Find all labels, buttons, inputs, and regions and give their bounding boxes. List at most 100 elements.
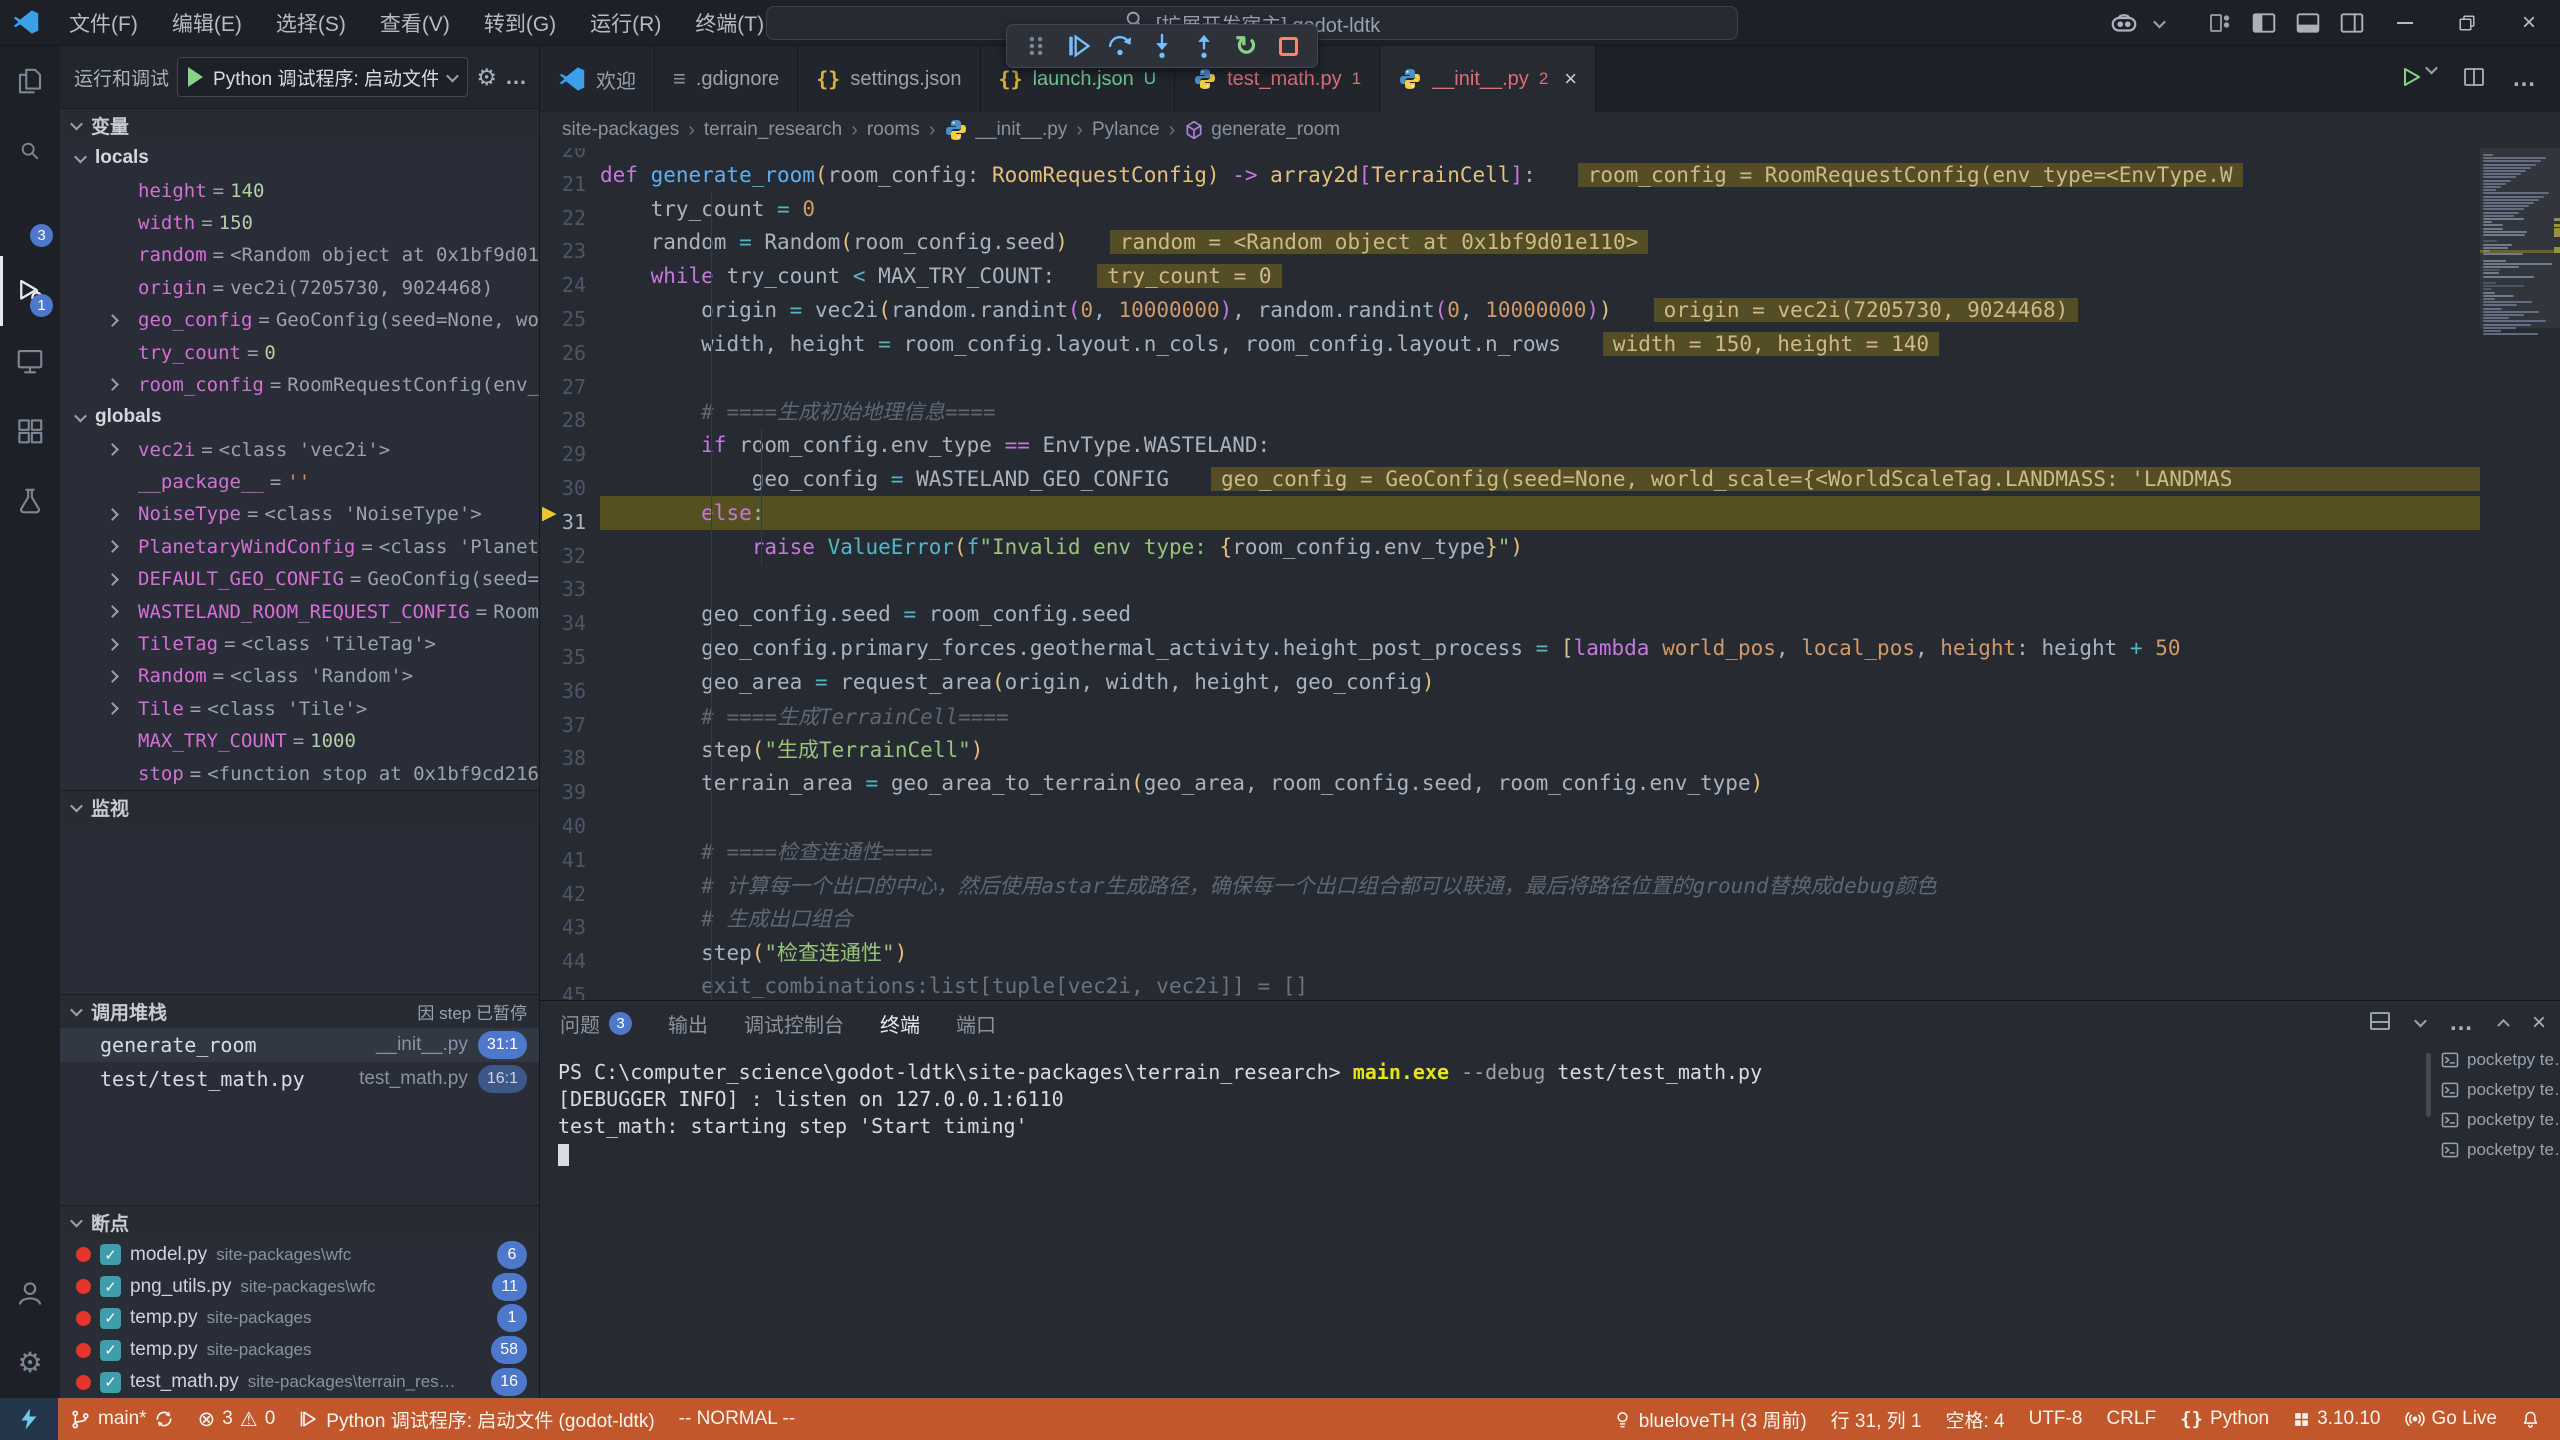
breakpoint-row[interactable]: ✓png_utils.pysite-packages\wfc11 xyxy=(60,1271,539,1303)
close-button[interactable]: × xyxy=(2498,0,2560,46)
status-indentation[interactable]: 空格: 4 xyxy=(1933,1398,2016,1440)
terminal-instance[interactable]: pocketpy te… xyxy=(2434,1105,2560,1135)
activity-account[interactable] xyxy=(0,1258,60,1328)
status-git-branch[interactable]: main* xyxy=(58,1398,186,1440)
section-variables-header[interactable]: 变量 xyxy=(60,108,539,142)
toggle-secondary-sidebar-icon[interactable] xyxy=(2330,0,2374,46)
more-actions-icon[interactable]: … xyxy=(2512,65,2538,93)
activity-extensions[interactable] xyxy=(0,396,60,466)
status-eol[interactable]: CRLF xyxy=(2094,1398,2168,1440)
status-encoding[interactable]: UTF-8 xyxy=(2017,1398,2095,1440)
maximize-panel-icon[interactable] xyxy=(2499,1014,2508,1032)
variable-row[interactable]: random=<Random object at 0x1bf9d01e… xyxy=(60,239,539,271)
variable-row[interactable]: Tile=<class 'Tile'> xyxy=(60,693,539,725)
variable-row[interactable]: width=150 xyxy=(60,207,539,239)
run-python-button[interactable] xyxy=(2399,65,2436,94)
terminal-instance[interactable]: pocketpy te… xyxy=(2434,1045,2560,1075)
code-area[interactable]: def generate_room(room_config: RoomReque… xyxy=(600,148,2480,1000)
close-icon[interactable]: × xyxy=(1564,66,1577,92)
variable-row[interactable]: PlanetaryWindConfig=<class 'Planeta… xyxy=(60,531,539,563)
breadcrumb-item[interactable]: Pylance xyxy=(1092,119,1160,141)
variable-row[interactable]: vec2i=<class 'vec2i'> xyxy=(60,434,539,466)
terminal-output[interactable]: PS C:\computer_science\godot-ldtk\site-p… xyxy=(540,1045,2430,1398)
status-problems[interactable]: ⊗3⚠0 xyxy=(186,1398,288,1440)
breakpoint-row[interactable]: ✓temp.pysite-packages1 xyxy=(60,1303,539,1335)
variable-row[interactable]: room_config=RoomRequestConfig(env_t… xyxy=(60,369,539,401)
breakpoint-checkbox[interactable]: ✓ xyxy=(100,1276,121,1297)
restart-button[interactable]: ↻ xyxy=(1227,28,1265,64)
activity-remote-explorer[interactable] xyxy=(0,326,60,396)
toggle-panel-icon[interactable] xyxy=(2286,0,2330,46)
panel-tab-终端[interactable]: 终端 xyxy=(880,1009,920,1038)
breadcrumb-item[interactable]: site-packages xyxy=(562,119,679,141)
chevron-down-icon[interactable] xyxy=(2416,1014,2425,1032)
breadcrumb-item[interactable]: rooms xyxy=(867,119,920,141)
customize-layout-icon[interactable] xyxy=(2198,0,2242,46)
variable-row[interactable]: MAX_TRY_COUNT=1000 xyxy=(60,725,539,757)
stack-frame[interactable]: generate_room__init__.py31:1 xyxy=(60,1028,539,1062)
stop-button[interactable] xyxy=(1269,28,1307,64)
minimize-button[interactable] xyxy=(2374,0,2436,46)
menu-选择(S)[interactable]: 选择(S) xyxy=(259,0,363,46)
copilot-chevron-icon[interactable] xyxy=(2146,0,2172,46)
activity-explorer[interactable] xyxy=(0,46,60,116)
tab-__init__.py[interactable]: __init__.py2× xyxy=(1380,46,1596,112)
activity-source-control[interactable]: 3 xyxy=(0,186,60,256)
variable-row[interactable]: NoiseType=<class 'NoiseType'> xyxy=(60,498,539,530)
breadcrumb-item[interactable]: terrain_research xyxy=(704,119,842,141)
panel-tab-输出[interactable]: 输出 xyxy=(668,1009,708,1038)
code-editor[interactable]: 2021222324252627282930313233343536373839… xyxy=(540,148,2560,1000)
status-gitlens-blame[interactable]: blueloveTH (3 周前) xyxy=(1601,1398,1819,1440)
minimap[interactable] xyxy=(2480,148,2560,1000)
breadcrumb-item[interactable]: __init__.py xyxy=(944,118,1067,142)
variable-row[interactable]: geo_config=GeoConfig(seed=None, wor… xyxy=(60,304,539,336)
close-panel-icon[interactable]: × xyxy=(2532,1009,2546,1037)
variables-scope-globals[interactable]: globals xyxy=(60,401,539,433)
variable-row[interactable]: __package__='' xyxy=(60,466,539,498)
continue-button[interactable] xyxy=(1059,28,1097,64)
activity-settings[interactable]: ⚙ xyxy=(0,1328,60,1398)
panel-tab-问题[interactable]: 问题3 xyxy=(560,1009,632,1038)
more-actions-icon[interactable]: … xyxy=(505,64,529,90)
breakpoint-checkbox[interactable]: ✓ xyxy=(100,1244,121,1265)
run-python-icon[interactable] xyxy=(2399,65,2423,94)
variable-row[interactable]: WASTELAND_ROOM_REQUEST_CONFIG=RoomR… xyxy=(60,595,539,627)
breakpoint-checkbox[interactable]: ✓ xyxy=(100,1372,121,1393)
section-watch-header[interactable]: 监视 xyxy=(60,790,539,824)
variables-scope-locals[interactable]: locals xyxy=(60,142,539,174)
status-python-version[interactable]: 3.10.10 xyxy=(2281,1398,2392,1440)
status-debug-session[interactable]: Python 调试程序: 启动文件 (godot-ldtk) xyxy=(287,1398,666,1440)
status-cursor-position[interactable]: 行 31, 列 1 xyxy=(1819,1398,1934,1440)
breakpoint-row[interactable]: ✓test_math.pysite-packages\terrain_res…1… xyxy=(60,1366,539,1398)
split-editor-icon[interactable] xyxy=(2462,65,2486,94)
terminal-instance[interactable]: pocketpy te… xyxy=(2434,1075,2560,1105)
start-debug-icon[interactable] xyxy=(188,67,203,87)
breakpoint-row[interactable]: ✓model.pysite-packages\wfc6 xyxy=(60,1239,539,1271)
stack-frame[interactable]: test/test_math.pytest_math.py16:1 xyxy=(60,1062,539,1096)
terminal-instance[interactable]: pocketpy te… xyxy=(2434,1135,2560,1165)
variable-row[interactable]: DEFAULT_GEO_CONFIG=GeoConfig(seed=1… xyxy=(60,563,539,595)
status-go-live[interactable]: Go Live xyxy=(2393,1398,2509,1440)
breakpoint-row[interactable]: ✓temp.pysite-packages58 xyxy=(60,1334,539,1366)
section-callstack-header[interactable]: 调用堆栈 因 step 已暂停 xyxy=(60,994,539,1028)
variable-row[interactable]: Random=<class 'Random'> xyxy=(60,660,539,692)
copilot-icon[interactable] xyxy=(2102,0,2146,46)
variable-row[interactable]: try_count=0 xyxy=(60,336,539,368)
section-breakpoints-header[interactable]: 断点 xyxy=(60,1205,539,1239)
breakpoint-checkbox[interactable]: ✓ xyxy=(100,1308,121,1329)
variable-row[interactable]: origin=vec2i(7205730, 9024468) xyxy=(60,272,539,304)
menu-转到(G)[interactable]: 转到(G) xyxy=(467,0,573,46)
status-notifications[interactable] xyxy=(2509,1398,2552,1440)
panel-layout-icon[interactable] xyxy=(2368,1009,2392,1038)
step-over-button[interactable] xyxy=(1101,28,1139,64)
restore-button[interactable] xyxy=(2436,0,2498,46)
variable-row[interactable]: TileTag=<class 'TileTag'> xyxy=(60,628,539,660)
tab-.gdignore[interactable]: ≡.gdignore xyxy=(655,46,798,112)
editor-gutter[interactable]: 2021222324252627282930313233343536373839… xyxy=(540,148,600,1000)
activity-run-debug[interactable]: 1 xyxy=(0,256,60,326)
panel-tab-端口[interactable]: 端口 xyxy=(956,1009,996,1038)
breadcrumb-item[interactable]: generate_room xyxy=(1184,119,1340,141)
tab-settings.json[interactable]: {}settings.json xyxy=(798,46,980,112)
remote-indicator[interactable] xyxy=(0,1398,58,1440)
scrollbar[interactable] xyxy=(2426,1053,2431,1117)
